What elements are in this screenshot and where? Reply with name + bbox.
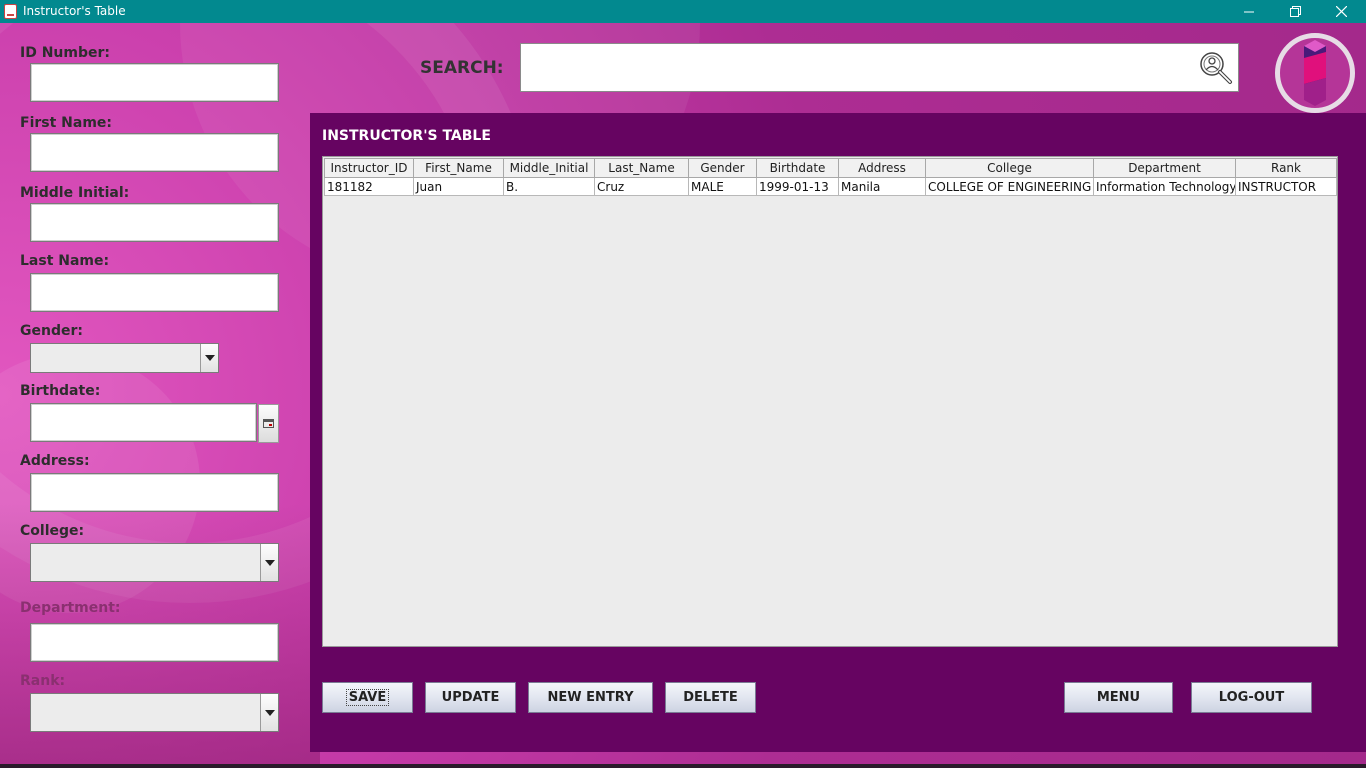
title-bar: Instructor's Table (0, 0, 1366, 23)
last-name-field[interactable] (30, 273, 279, 312)
chevron-down-icon[interactable] (260, 694, 278, 731)
logout-button[interactable]: LOG-OUT (1191, 682, 1312, 713)
table-cell[interactable]: B. (503, 177, 595, 196)
search-label: SEARCH: (420, 58, 504, 78)
gender-dropdown[interactable] (30, 343, 219, 373)
chevron-down-icon[interactable] (200, 344, 218, 372)
chevron-down-icon[interactable] (260, 544, 278, 581)
column-header[interactable]: Last_Name (594, 158, 689, 178)
java-app-icon (4, 4, 17, 19)
delete-button-label: DELETE (683, 690, 738, 705)
logo-icon (1304, 40, 1326, 106)
table-cell[interactable]: 181182 (324, 177, 414, 196)
birthdate-field[interactable] (30, 403, 257, 442)
rank-dropdown[interactable] (30, 693, 279, 732)
save-button-label: SAVE (345, 689, 390, 706)
rank-label: Rank: (20, 673, 66, 689)
close-icon (1335, 6, 1347, 17)
table-cell[interactable]: 1999-01-13 (756, 177, 839, 196)
save-button[interactable]: SAVE (322, 682, 413, 713)
table-cell[interactable]: MALE (688, 177, 757, 196)
middle-initial-label: Middle Initial: (20, 185, 130, 201)
update-button[interactable]: UPDATE (425, 682, 516, 713)
window-title: Instructor's Table (23, 4, 126, 18)
calendar-button[interactable] (258, 404, 279, 443)
restore-icon (1289, 6, 1301, 17)
instructor-table[interactable]: Instructor_ID First_Name Middle_Initial … (322, 156, 1338, 647)
college-dropdown[interactable] (30, 543, 279, 582)
table-cell[interactable]: INSTRUCTOR (1235, 177, 1337, 196)
panel-title: INSTRUCTOR'S TABLE (322, 128, 491, 144)
logout-button-label: LOG-OUT (1218, 690, 1285, 705)
column-header[interactable]: First_Name (413, 158, 504, 178)
calendar-icon (263, 419, 274, 428)
column-header[interactable]: Birthdate (756, 158, 839, 178)
birthdate-label: Birthdate: (20, 383, 101, 399)
middle-initial-field[interactable] (30, 203, 279, 242)
table-cell[interactable]: Cruz (594, 177, 689, 196)
id-number-label: ID Number: (20, 45, 110, 61)
search-icon[interactable] (1198, 50, 1234, 86)
column-header[interactable]: Gender (688, 158, 757, 178)
minimize-button[interactable] (1226, 0, 1272, 23)
delete-button[interactable]: DELETE (665, 682, 756, 713)
department-label: Department: (20, 600, 121, 616)
column-header[interactable]: Rank (1235, 158, 1337, 178)
column-header[interactable]: College (925, 158, 1094, 178)
update-button-label: UPDATE (441, 690, 500, 705)
college-label: College: (20, 523, 85, 539)
search-input[interactable] (520, 43, 1239, 92)
column-header[interactable]: Instructor_ID (324, 158, 414, 178)
new-entry-button-label: NEW ENTRY (547, 690, 634, 705)
bottom-edge (0, 764, 1366, 768)
restore-button[interactable] (1272, 0, 1318, 23)
department-field[interactable] (30, 623, 279, 662)
menu-button-label: MENU (1096, 690, 1141, 705)
column-header[interactable]: Address (838, 158, 926, 178)
last-name-label: Last Name: (20, 253, 110, 269)
table-cell[interactable]: Juan (413, 177, 504, 196)
gender-label: Gender: (20, 323, 83, 339)
id-number-field[interactable] (30, 63, 279, 102)
close-button[interactable] (1318, 0, 1364, 23)
column-header[interactable]: Middle_Initial (503, 158, 595, 178)
address-label: Address: (20, 453, 90, 469)
table-cell[interactable]: COLLEGE OF ENGINEERING (925, 177, 1094, 196)
first-name-label: First Name: (20, 115, 113, 131)
table-cell[interactable]: Information Technology (1093, 177, 1236, 196)
menu-button[interactable]: MENU (1064, 682, 1173, 713)
column-header[interactable]: Department (1093, 158, 1236, 178)
table-row[interactable]: 181182 Juan B. Cruz MALE 1999-01-13 Mani… (324, 177, 1337, 196)
table-cell[interactable]: Manila (838, 177, 926, 196)
logo (1275, 33, 1355, 113)
table-header: Instructor_ID First_Name Middle_Initial … (324, 158, 1337, 178)
first-name-field[interactable] (30, 133, 279, 172)
minimize-icon (1244, 11, 1254, 12)
address-field[interactable] (30, 473, 279, 512)
new-entry-button[interactable]: NEW ENTRY (528, 682, 653, 713)
